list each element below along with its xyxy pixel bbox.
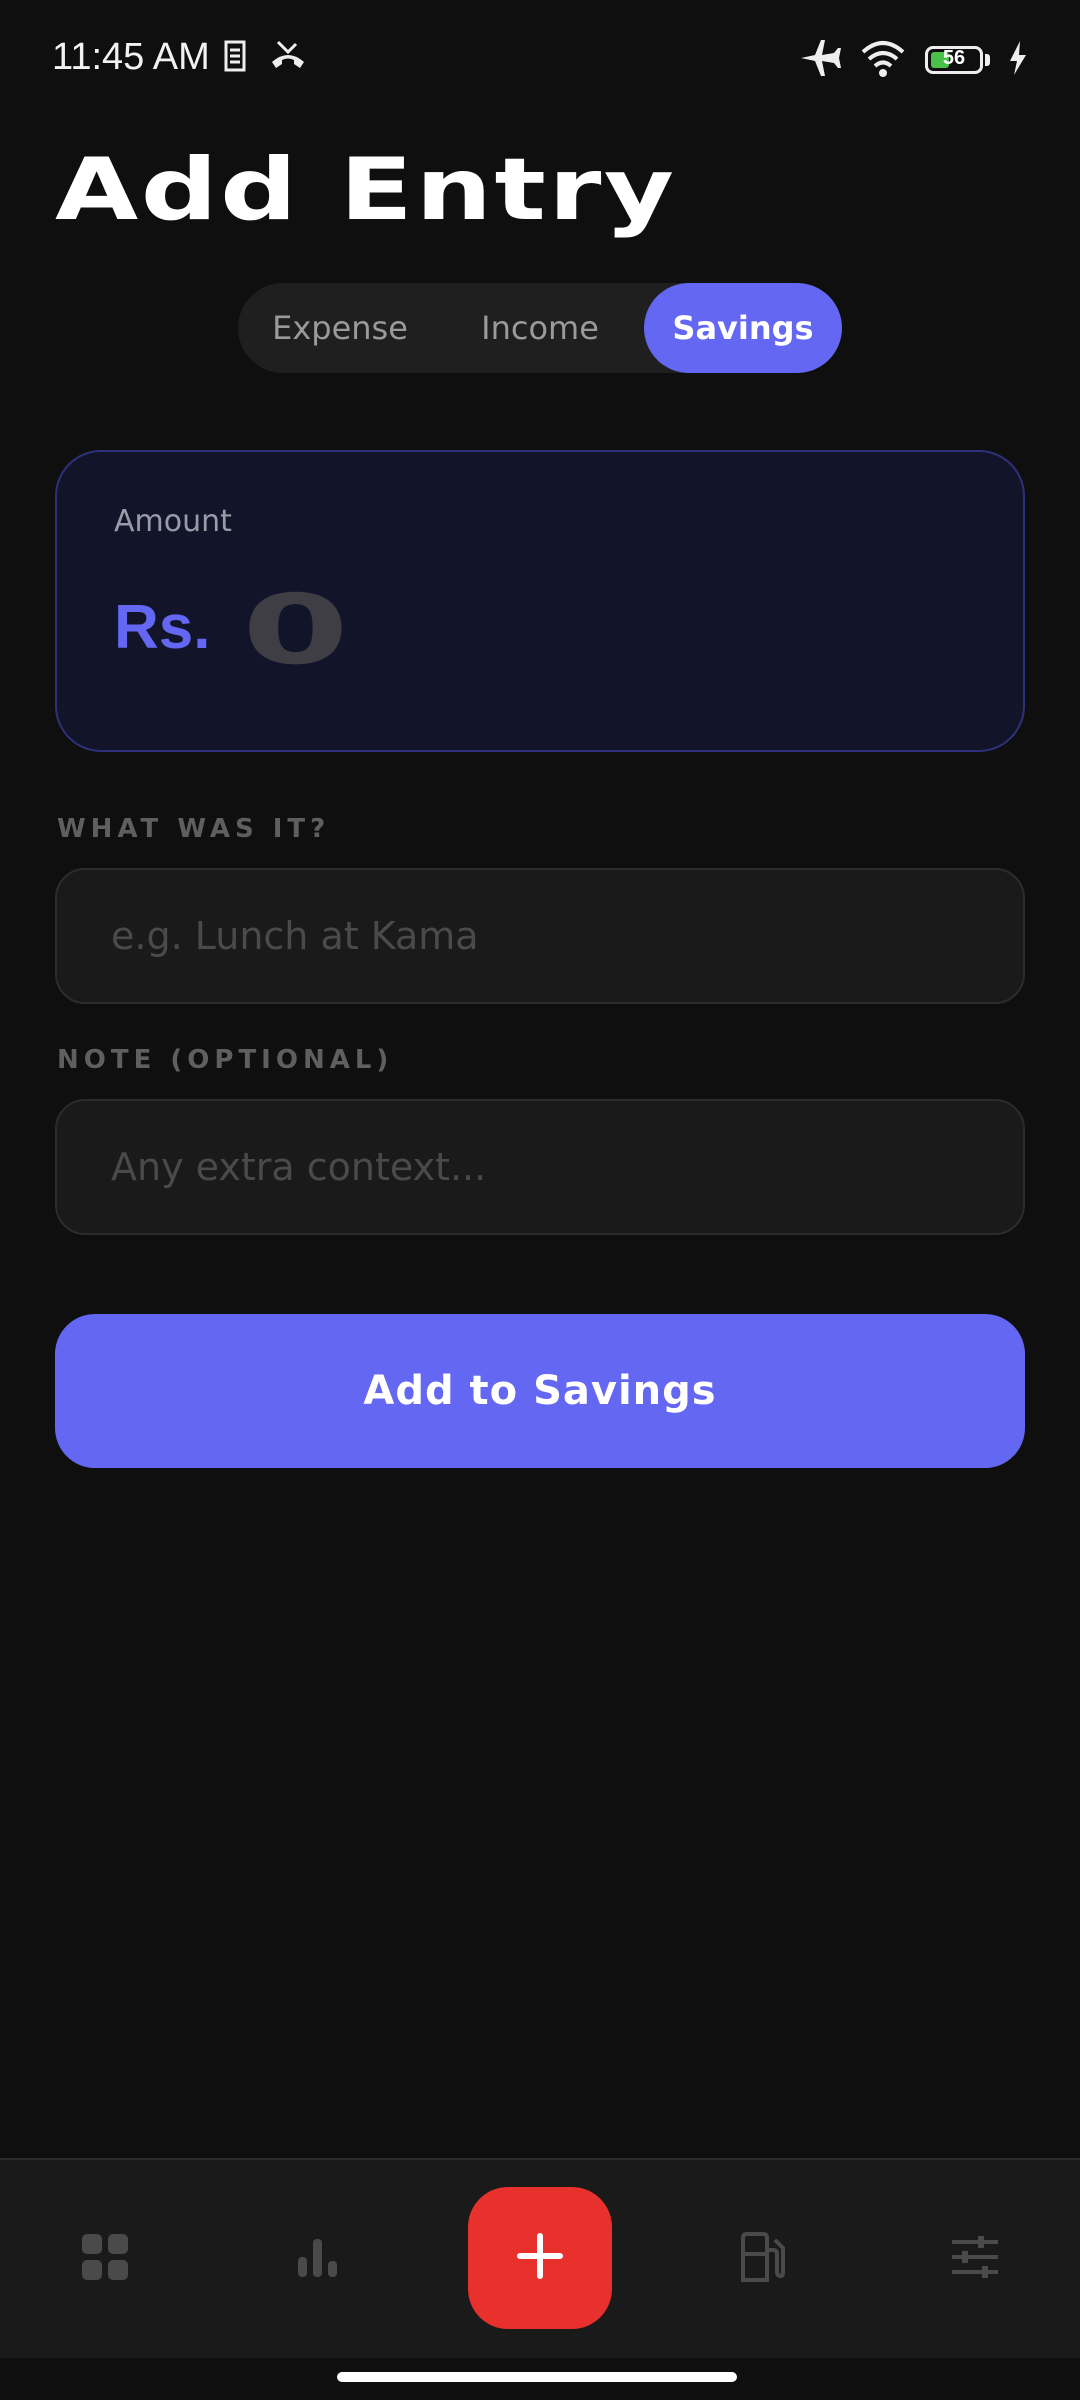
nav-settings[interactable]	[910, 2160, 1040, 2358]
wifi-icon	[859, 38, 907, 82]
sim-icon	[222, 38, 248, 78]
fuel-icon	[739, 2232, 785, 2286]
nav-stats[interactable]	[253, 2160, 383, 2358]
status-right-icons: 56	[799, 38, 1028, 82]
status-time: 11:45 AM	[52, 36, 210, 78]
tab-savings[interactable]: Savings	[644, 283, 842, 373]
settings-icon	[950, 2234, 1000, 2284]
add-icon	[516, 2232, 564, 2284]
amount-label: Amount	[114, 504, 232, 539]
currency-prefix: Rs.	[114, 593, 211, 662]
airplane-icon	[799, 38, 841, 82]
add-to-savings-button[interactable]: Add to Savings	[55, 1314, 1025, 1468]
add-entry-fab[interactable]	[468, 2187, 612, 2329]
tab-income[interactable]: Income	[442, 283, 638, 373]
missed-call-icon	[268, 38, 308, 78]
stats-icon	[296, 2235, 340, 2283]
charging-icon	[1008, 41, 1028, 79]
note-label: NOTE (OPTIONAL)	[57, 1045, 394, 1075]
page-title: Add Entry	[55, 140, 677, 240]
entry-type-tabs: Expense Income Savings	[238, 283, 842, 373]
battery-level: 56	[942, 47, 966, 69]
battery-icon: 56	[925, 46, 983, 74]
tab-expense[interactable]: Expense	[238, 283, 442, 373]
battery-tip	[985, 54, 990, 66]
description-input[interactable]	[55, 868, 1025, 1004]
home-indicator[interactable]	[337, 2372, 737, 2382]
amount-input[interactable]: 0	[242, 574, 349, 686]
dashboard-icon	[80, 2232, 130, 2286]
note-input[interactable]	[55, 1099, 1025, 1235]
nav-fuel[interactable]	[697, 2160, 827, 2358]
nav-dashboard[interactable]	[40, 2160, 170, 2358]
amount-card[interactable]: Amount Rs. 0	[55, 450, 1025, 752]
description-label: WHAT WAS IT?	[57, 814, 331, 844]
status-bar: 11:45 AM 56	[0, 0, 1080, 120]
